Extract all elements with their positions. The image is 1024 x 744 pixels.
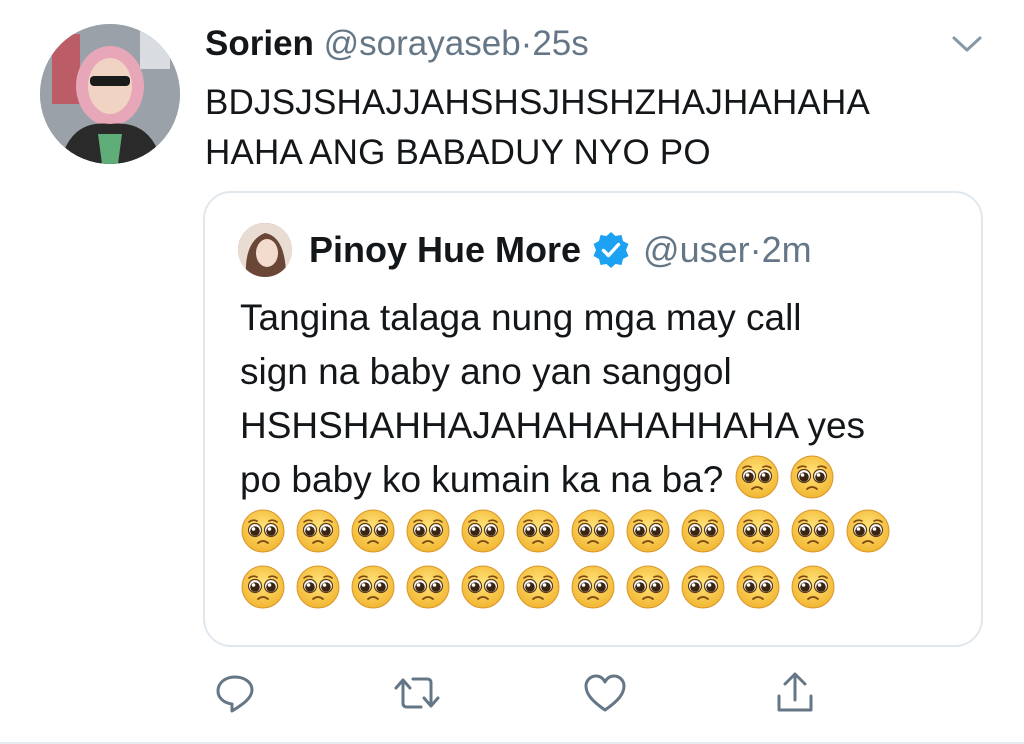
pleading-face-emoji: [736, 565, 780, 609]
quoted-author-avatar[interactable]: [238, 223, 292, 277]
quoted-tweet-header: Pinoy Hue More @user · 2m: [309, 227, 812, 273]
pleading-face-emoji: [571, 509, 615, 553]
pleading-face-emoji: [735, 455, 779, 499]
author-avatar[interactable]: [40, 24, 180, 164]
retweet-button[interactable]: [392, 670, 442, 720]
pleading-face-emoji: [626, 509, 670, 553]
verified-badge-icon: [591, 230, 631, 270]
share-icon: [773, 670, 817, 721]
emoji-group: [734, 455, 844, 500]
tweet[interactable]: Sorien @sorayaseb·25s BDJSJSHAJJAHSHSJHS…: [0, 0, 1024, 744]
tweet-text: BDJSJSHAJJAHSHSJHSHZHAJHAHAHA HAHA ANG B…: [205, 78, 995, 178]
quoted-text-line: sign na baby ano yan sanggol: [240, 351, 732, 392]
pleading-face-emoji: [406, 565, 450, 609]
timestamp[interactable]: 25s: [532, 24, 588, 63]
pleading-face-emoji: [241, 565, 285, 609]
pleading-face-emoji: [516, 565, 560, 609]
pleading-face-emoji: [296, 565, 340, 609]
pleading-face-emoji: [351, 565, 395, 609]
quoted-text-line: HSHSHAHHAJAHAHAHAHHAHA yes: [240, 405, 866, 446]
quoted-text-line: po baby ko kumain ka na ba?: [240, 459, 724, 500]
pleading-face-emoji: [626, 565, 670, 609]
emoji-row: [240, 507, 950, 563]
pleading-face-emoji: [736, 509, 780, 553]
time-separator: ·: [520, 24, 533, 63]
reply-button[interactable]: [210, 670, 260, 720]
heart-icon: [582, 671, 628, 720]
pleading-face-emoji: [461, 509, 505, 553]
author-name[interactable]: Sorien: [205, 24, 314, 63]
tweet-text-line: BDJSJSHAJJAHSHSJHSHZHAJHAHAHA: [205, 83, 871, 122]
quoted-timestamp[interactable]: 2m: [762, 227, 812, 273]
pleading-face-emoji: [681, 509, 725, 553]
pleading-face-emoji: [351, 509, 395, 553]
pleading-face-emoji: [406, 509, 450, 553]
tweet-header: Sorien @sorayaseb·25s: [205, 22, 589, 66]
tweet-text-line: HAHA ANG BABADUY NYO PO: [205, 133, 711, 172]
pleading-face-emoji: [461, 565, 505, 609]
reply-icon: [213, 671, 257, 720]
pleading-face-emoji: [241, 509, 285, 553]
retweet-icon: [393, 671, 441, 720]
chevron-down-icon[interactable]: [948, 30, 986, 56]
quoted-tweet-card[interactable]: Pinoy Hue More @user · 2m Tangina talaga n…: [203, 191, 983, 647]
quoted-author-name[interactable]: Pinoy Hue More: [309, 227, 581, 273]
pleading-face-emoji: [791, 565, 835, 609]
quoted-author-handle[interactable]: @user: [643, 227, 750, 273]
pleading-face-emoji: [846, 509, 890, 553]
pleading-face-emoji: [296, 509, 340, 553]
emoji-row: [240, 563, 950, 619]
pleading-face-emoji: [681, 565, 725, 609]
quoted-tweet-text: Tangina talaga nung mga may call sign na…: [240, 291, 950, 619]
time-separator: ·: [749, 229, 762, 270]
tweet-action-bar: [0, 670, 1024, 720]
pleading-face-emoji: [516, 509, 560, 553]
like-button[interactable]: [580, 670, 630, 720]
pleading-face-emoji: [791, 509, 835, 553]
quoted-text-line-with-emoji: po baby ko kumain ka na ba?: [240, 453, 950, 507]
author-handle[interactable]: @sorayaseb: [324, 24, 521, 63]
pleading-face-emoji: [790, 455, 834, 499]
share-button[interactable]: [770, 670, 820, 720]
quoted-text-line: Tangina talaga nung mga may call: [240, 297, 802, 338]
pleading-face-emoji: [571, 565, 615, 609]
